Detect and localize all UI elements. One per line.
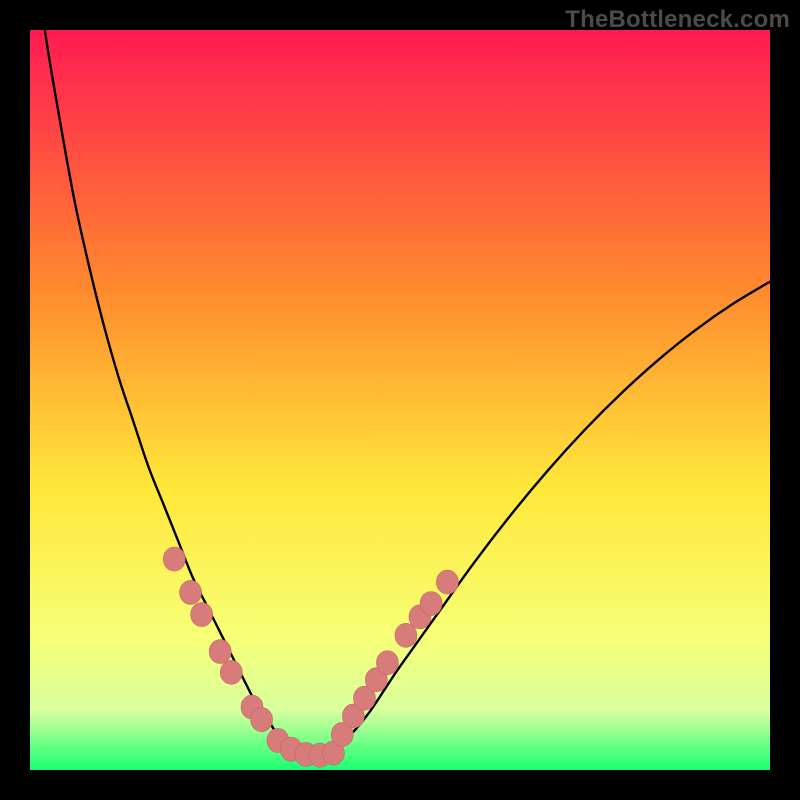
sweet-spot-beads <box>163 547 458 767</box>
chart-svg <box>30 30 770 770</box>
bead-right-4 <box>376 651 398 675</box>
bead-right-8 <box>436 570 458 594</box>
bead-left-4 <box>220 660 242 684</box>
bead-left-3 <box>209 640 231 664</box>
chart-frame: TheBottleneck.com <box>0 0 800 800</box>
bead-right-7 <box>420 592 442 616</box>
bead-left-0 <box>163 547 185 571</box>
bead-left-2 <box>191 603 213 627</box>
plot-area <box>30 30 770 770</box>
bead-left-1 <box>180 580 202 604</box>
bottleneck-curve <box>30 30 770 755</box>
watermark-text: TheBottleneck.com <box>565 6 790 34</box>
bead-left-6 <box>251 708 273 732</box>
